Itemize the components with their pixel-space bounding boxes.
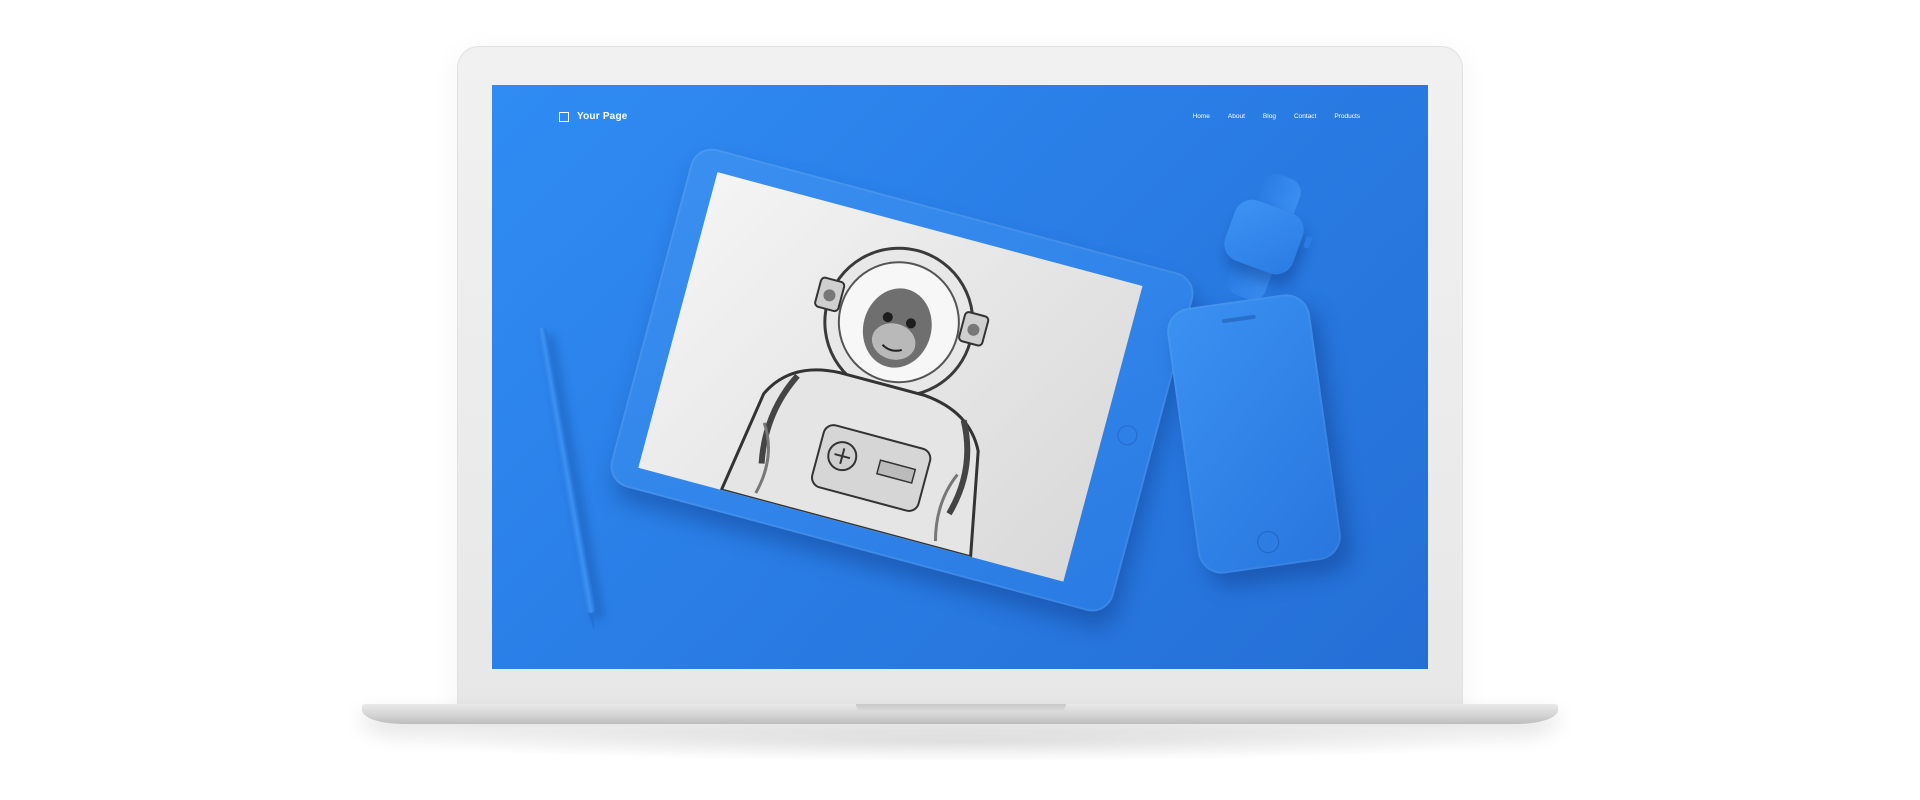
- nav-link-products[interactable]: Products: [1334, 113, 1360, 120]
- nav-link-contact[interactable]: Contact: [1294, 113, 1316, 120]
- website-screen: Your Page Home About Blog Contact Produc…: [492, 85, 1428, 669]
- square-outline-icon: [559, 111, 569, 122]
- nav-link-home[interactable]: Home: [1193, 113, 1210, 120]
- laptop-mockup: Your Page Home About Blog Contact Produc…: [0, 0, 1920, 800]
- tablet-device-image: [605, 143, 1199, 617]
- smartwatch-image: [1210, 170, 1318, 304]
- smartphone-image: [1164, 291, 1344, 577]
- tablet-screen: [638, 172, 1143, 582]
- stylus-pencil-image: [536, 326, 598, 632]
- laptop-open-notch: [856, 704, 1066, 712]
- laptop-shadow: [400, 722, 1520, 762]
- tablet-home-button: [1115, 422, 1140, 448]
- watch-crown: [1302, 235, 1313, 249]
- brand-logo[interactable]: Your Page: [559, 111, 628, 122]
- nav-menu: Home About Blog Contact Products: [1193, 113, 1360, 120]
- pencil-tip: [588, 612, 598, 632]
- nav-link-blog[interactable]: Blog: [1263, 113, 1276, 120]
- phone-home-button: [1255, 529, 1281, 555]
- nav-link-about[interactable]: About: [1228, 113, 1245, 120]
- phone-speaker: [1221, 314, 1256, 324]
- brand-name: Your Page: [577, 111, 628, 122]
- top-navigation: Your Page Home About Blog Contact Produc…: [492, 85, 1428, 145]
- monkey-astronaut-illustration: [719, 246, 990, 559]
